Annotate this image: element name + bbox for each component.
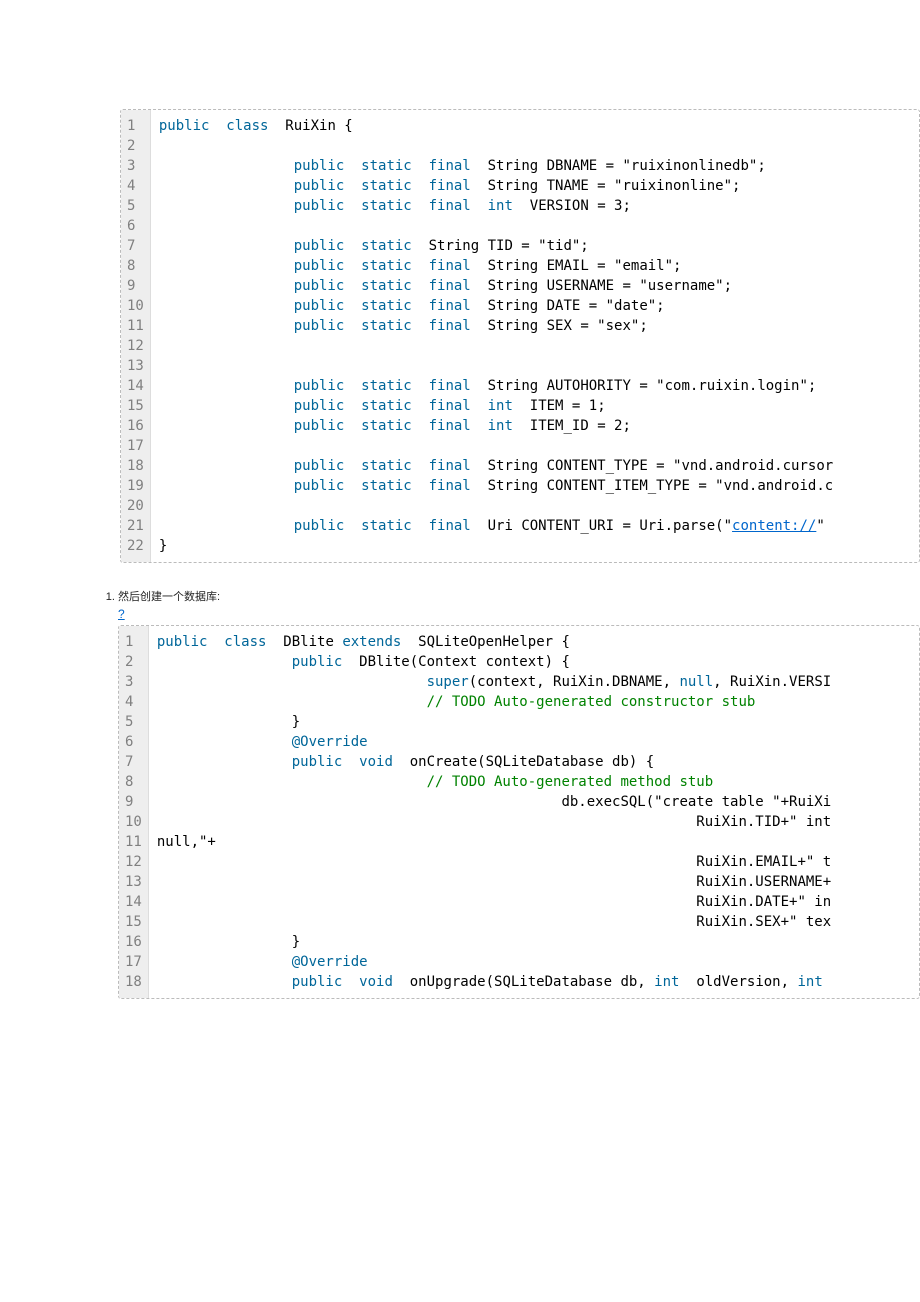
line-number: 4 <box>121 692 146 712</box>
code-line: public static final String CONTENT_TYPE … <box>159 456 919 476</box>
line-number: 21 <box>123 516 148 536</box>
line-number: 11 <box>123 316 148 336</box>
code-line: public void onCreate(SQLiteDatabase db) … <box>157 752 919 772</box>
line-number: 4 <box>123 176 148 196</box>
code-block-1: 12345678910111213141516171819202122 publ… <box>120 109 920 563</box>
code-line: // TODO Auto-generated method stub <box>157 772 919 792</box>
line-number: 14 <box>121 892 146 912</box>
code-line: public static final String DATE = "date"… <box>159 296 919 316</box>
line-number: 9 <box>123 276 148 296</box>
line-gutter: 12345678910111213141516171819202122 <box>121 110 151 562</box>
code-line: public static final int ITEM = 1; <box>159 396 919 416</box>
line-number: 12 <box>121 852 146 872</box>
line-number: 17 <box>121 952 146 972</box>
line-number: 7 <box>121 752 146 772</box>
line-number: 8 <box>121 772 146 792</box>
line-number: 5 <box>121 712 146 732</box>
line-number: 10 <box>123 296 148 316</box>
line-number: 1 <box>121 632 146 652</box>
code-line <box>159 356 919 376</box>
line-number: 15 <box>121 912 146 932</box>
code-line: RuiXin.SEX+" tex <box>157 912 919 932</box>
line-number: 9 <box>121 792 146 812</box>
code-block-2: 123456789101112131415161718 public class… <box>118 625 920 999</box>
line-number: 20 <box>123 496 148 516</box>
line-number: 3 <box>123 156 148 176</box>
code-line: null,"+ <box>157 832 919 852</box>
code-line: RuiXin.TID+" int <box>157 812 919 832</box>
code-line: public static String TID = "tid"; <box>159 236 919 256</box>
code-line: RuiXin.USERNAME+ <box>157 872 919 892</box>
code-line: // TODO Auto-generated constructor stub <box>157 692 919 712</box>
code-line: public static final String USERNAME = "u… <box>159 276 919 296</box>
code-line: public static final String EMAIL = "emai… <box>159 256 919 276</box>
code-line: public static final String AUTOHORITY = … <box>159 376 919 396</box>
code-line <box>159 496 919 516</box>
code-line: } <box>159 536 919 556</box>
code-line <box>159 336 919 356</box>
list-item-label: 然后创建一个数据库: <box>118 591 220 603</box>
line-number: 17 <box>123 436 148 456</box>
line-number: 14 <box>123 376 148 396</box>
line-number: 6 <box>123 216 148 236</box>
code-line: public DBlite(Context context) { <box>157 652 919 672</box>
line-number: 22 <box>123 536 148 556</box>
code-body: public class RuiXin { public static fina… <box>151 110 919 562</box>
line-number: 19 <box>123 476 148 496</box>
line-number: 18 <box>123 456 148 476</box>
code-line: RuiXin.DATE+" in <box>157 892 919 912</box>
line-number: 15 <box>123 396 148 416</box>
line-number: 11 <box>121 832 146 852</box>
code-body: public class DBlite extends SQLiteOpenHe… <box>149 626 919 998</box>
code-line: RuiXin.EMAIL+" t <box>157 852 919 872</box>
line-number: 8 <box>123 256 148 276</box>
code-line: @Override <box>157 952 919 972</box>
line-number: 16 <box>123 416 148 436</box>
code-line: public static final int ITEM_ID = 2; <box>159 416 919 436</box>
code-line <box>159 136 919 156</box>
line-number: 13 <box>121 872 146 892</box>
line-number: 5 <box>123 196 148 216</box>
line-number: 3 <box>121 672 146 692</box>
line-number: 18 <box>121 972 146 992</box>
code-line <box>159 216 919 236</box>
numbered-list: 然后创建一个数据库: ? 123456789101112131415161718… <box>120 588 920 999</box>
help-link[interactable]: ? <box>118 607 920 621</box>
code-line: public static final String SEX = "sex"; <box>159 316 919 336</box>
code-line: public class DBlite extends SQLiteOpenHe… <box>157 632 919 652</box>
code-line: public static final Uri CONTENT_URI = Ur… <box>159 516 919 536</box>
code-line: } <box>157 932 919 952</box>
line-number: 1 <box>123 116 148 136</box>
line-number: 2 <box>123 136 148 156</box>
code-line: public void onUpgrade(SQLiteDatabase db,… <box>157 972 919 992</box>
code-line: public static final int VERSION = 3; <box>159 196 919 216</box>
code-line: super(context, RuiXin.DBNAME, null, RuiX… <box>157 672 919 692</box>
code-line: public static final String DBNAME = "rui… <box>159 156 919 176</box>
line-number: 6 <box>121 732 146 752</box>
line-number: 16 <box>121 932 146 952</box>
line-number: 2 <box>121 652 146 672</box>
code-line: public static final String TNAME = "ruix… <box>159 176 919 196</box>
code-line: public class RuiXin { <box>159 116 919 136</box>
line-number: 12 <box>123 336 148 356</box>
code-line: public static final String CONTENT_ITEM_… <box>159 476 919 496</box>
line-gutter: 123456789101112131415161718 <box>119 626 149 998</box>
list-item: 然后创建一个数据库: ? 123456789101112131415161718… <box>118 588 920 999</box>
line-number: 13 <box>123 356 148 376</box>
line-number: 7 <box>123 236 148 256</box>
code-line <box>159 436 919 456</box>
code-line: } <box>157 712 919 732</box>
line-number: 10 <box>121 812 146 832</box>
code-line: db.execSQL("create table "+RuiXi <box>157 792 919 812</box>
code-line: @Override <box>157 732 919 752</box>
